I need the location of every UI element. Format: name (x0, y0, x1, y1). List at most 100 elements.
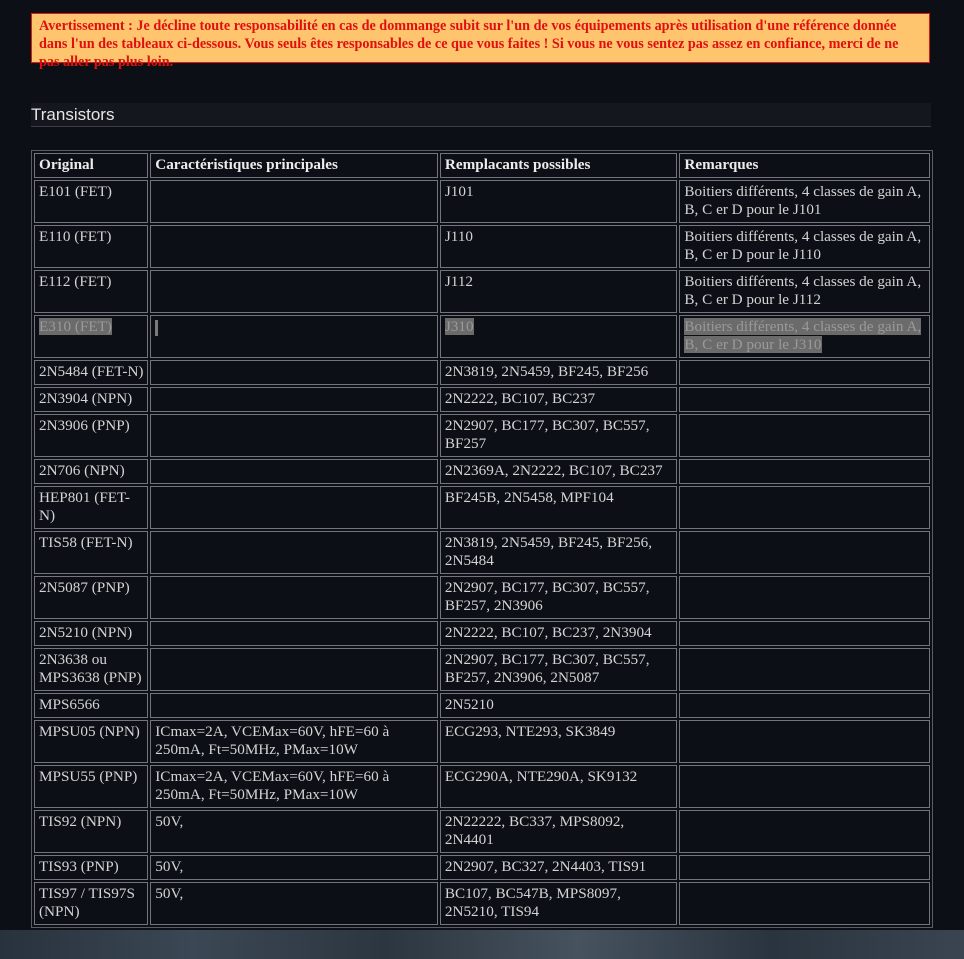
cell-replacements: 2N3819, 2N5459, BF245, BF256, 2N5484 (439, 531, 678, 574)
cell-original: 2N5484 (FET-N) (34, 360, 149, 385)
table-row: MPSU55 (PNP) ICmax=2A, VCEMax=60V, hFE=60… (34, 765, 930, 808)
selection-caret (155, 319, 159, 336)
cell-original: TIS58 (FET-N) (34, 531, 149, 574)
cell-characteristics (150, 576, 438, 619)
cell-original: MPSU05 (NPN) (34, 720, 149, 763)
cell-remarks (679, 765, 930, 808)
table-row: E310 (FET) J310 Boitiers différents, 4 cla… (34, 315, 930, 358)
page-background (0, 930, 964, 959)
cell-characteristics: 50V, (150, 882, 438, 925)
table-row: E112 (FET) J112 Boitiers différents, 4 cla… (34, 270, 930, 313)
table-row: 2N3904 (NPN) 2N2222, BC107, BC237 (34, 387, 930, 412)
cell-remarks (679, 414, 930, 457)
warning-box: Avertissement : Je décline toute respons… (31, 13, 930, 70)
cell-original: 2N3904 (NPN) (34, 387, 149, 412)
table-row: TIS93 (PNP) 50V, 2N2907, BC327, 2N4403, TI… (34, 855, 930, 880)
cell-original: TIS97 / TIS97S (NPN) (34, 882, 149, 925)
table-row: 2N5087 (PNP) 2N2907, BC177, BC307, BC557,… (34, 576, 930, 619)
cell-remarks: Boitiers différents, 4 classes de gain A… (679, 225, 930, 268)
cell-characteristics (150, 531, 438, 574)
cell-remarks (679, 810, 930, 853)
cell-replacements: J101 (439, 180, 678, 223)
cell-characteristics (150, 225, 438, 268)
cell-original: 2N5210 (NPN) (34, 621, 149, 646)
cell-replacements: 2N5210 (439, 693, 678, 718)
cell-replacements: J112 (439, 270, 678, 313)
cell-replacements: J110 (439, 225, 678, 268)
cell-replacements: BF245B, 2N5458, MPF104 (439, 486, 678, 529)
cell-remarks (679, 360, 930, 385)
cell-original: 2N3906 (PNP) (34, 414, 149, 457)
cell-replacements: BC107, BC547B, MPS8097, 2N5210, TIS94 (439, 882, 678, 925)
section-title: Transistors (31, 103, 931, 127)
cell-characteristics (150, 180, 438, 223)
cell-remarks: Boitiers différents, 4 classes de gain A… (679, 180, 930, 223)
cell-replacements: 2N22222, BC337, MPS8092, 2N4401 (439, 810, 678, 853)
cell-characteristics (150, 459, 438, 484)
header-characteristics: Caractéristiques principales (150, 153, 438, 178)
cell-replacements: ECG293, NTE293, SK3849 (439, 720, 678, 763)
cell-characteristics: 50V, (150, 855, 438, 880)
transistor-table-wrapper: Original Caractéristiques principales Re… (31, 150, 933, 928)
table-row: TIS58 (FET-N) 2N3819, 2N5459, BF245, BF25… (34, 531, 930, 574)
cell-original: E112 (FET) (34, 270, 149, 313)
cell-remarks (679, 486, 930, 529)
cell-original: MPS6566 (34, 693, 149, 718)
cell-characteristics: ICmax=2A, VCEMax=60V, hFE=60 à 250mA, Ft… (150, 720, 438, 763)
cell-replacements: 2N2907, BC327, 2N4403, TIS91 (439, 855, 678, 880)
table-row: 2N3638 ou MPS3638 (PNP) 2N2907, BC177, BC… (34, 648, 930, 691)
cell-remarks: Boitiers différents, 4 classes de gain A… (679, 270, 930, 313)
table-row: E110 (FET) J110 Boitiers différents, 4 cla… (34, 225, 930, 268)
cell-characteristics (150, 621, 438, 646)
selected-text: J310 (444, 318, 474, 335)
cell-characteristics (150, 360, 438, 385)
cell-original: 2N3638 ou MPS3638 (PNP) (34, 648, 149, 691)
cell-original: 2N5087 (PNP) (34, 576, 149, 619)
content-area: Avertissement : Je décline toute respons… (0, 0, 950, 930)
cell-characteristics (150, 693, 438, 718)
transistor-table: Original Caractéristiques principales Re… (32, 151, 932, 927)
cell-remarks (679, 648, 930, 691)
cell-replacements: 2N2369A, 2N2222, BC107, BC237 (439, 459, 678, 484)
cell-original: TIS92 (NPN) (34, 810, 149, 853)
cell-characteristics (150, 648, 438, 691)
header-original: Original (34, 153, 149, 178)
cell-replacements: ECG290A, NTE290A, SK9132 (439, 765, 678, 808)
cell-original: MPSU55 (PNP) (34, 765, 149, 808)
cell-original: E310 (FET) (34, 315, 149, 358)
table-row: 2N5210 (NPN) 2N2222, BC107, BC237, 2N3904 (34, 621, 930, 646)
table-row: TIS97 / TIS97S (NPN) 50V, BC107, BC547B, M… (34, 882, 930, 925)
scrollbar[interactable] (950, 0, 964, 930)
cell-characteristics (150, 486, 438, 529)
cell-remarks (679, 882, 930, 925)
cell-remarks (679, 720, 930, 763)
cell-remarks (679, 531, 930, 574)
header-remarks: Remarques (679, 153, 930, 178)
cell-remarks (679, 576, 930, 619)
cell-characteristics (150, 387, 438, 412)
cell-replacements: 2N3819, 2N5459, BF245, BF256 (439, 360, 678, 385)
table-row: E101 (FET) J101 Boitiers différents, 4 cla… (34, 180, 930, 223)
cell-replacements: 2N2907, BC177, BC307, BC557, BF257, 2N39… (439, 576, 678, 619)
cell-remarks (679, 387, 930, 412)
cell-original: TIS93 (PNP) (34, 855, 149, 880)
table-header-row: Original Caractéristiques principales Re… (34, 153, 930, 178)
table-row: 2N706 (NPN) 2N2369A, 2N2222, BC107, BC237 (34, 459, 930, 484)
table-row: HEP801 (FET-N) BF245B, 2N5458, MPF104 (34, 486, 930, 529)
cell-remarks (679, 621, 930, 646)
cell-remarks (679, 459, 930, 484)
cell-characteristics (150, 414, 438, 457)
table-row: 2N5484 (FET-N) 2N3819, 2N5459, BF245, BF2… (34, 360, 930, 385)
cell-remarks: Boitiers différents, 4 classes de gain A… (679, 315, 930, 358)
cell-characteristics (150, 315, 438, 358)
table-row: 2N3906 (PNP) 2N2907, BC177, BC307, BC557,… (34, 414, 930, 457)
selected-text: Boitiers différents, 4 classes de gain A… (684, 318, 922, 353)
cell-original: E101 (FET) (34, 180, 149, 223)
table-row: TIS92 (NPN) 50V, 2N22222, BC337, MPS8092, … (34, 810, 930, 853)
table-row: MPS6566 2N5210 (34, 693, 930, 718)
cell-characteristics: ICmax=2A, VCEMax=60V, hFE=60 à 250mA, Ft… (150, 765, 438, 808)
cell-replacements: J310 (439, 315, 678, 358)
cell-original: HEP801 (FET-N) (34, 486, 149, 529)
cell-original: 2N706 (NPN) (34, 459, 149, 484)
cell-characteristics (150, 270, 438, 313)
